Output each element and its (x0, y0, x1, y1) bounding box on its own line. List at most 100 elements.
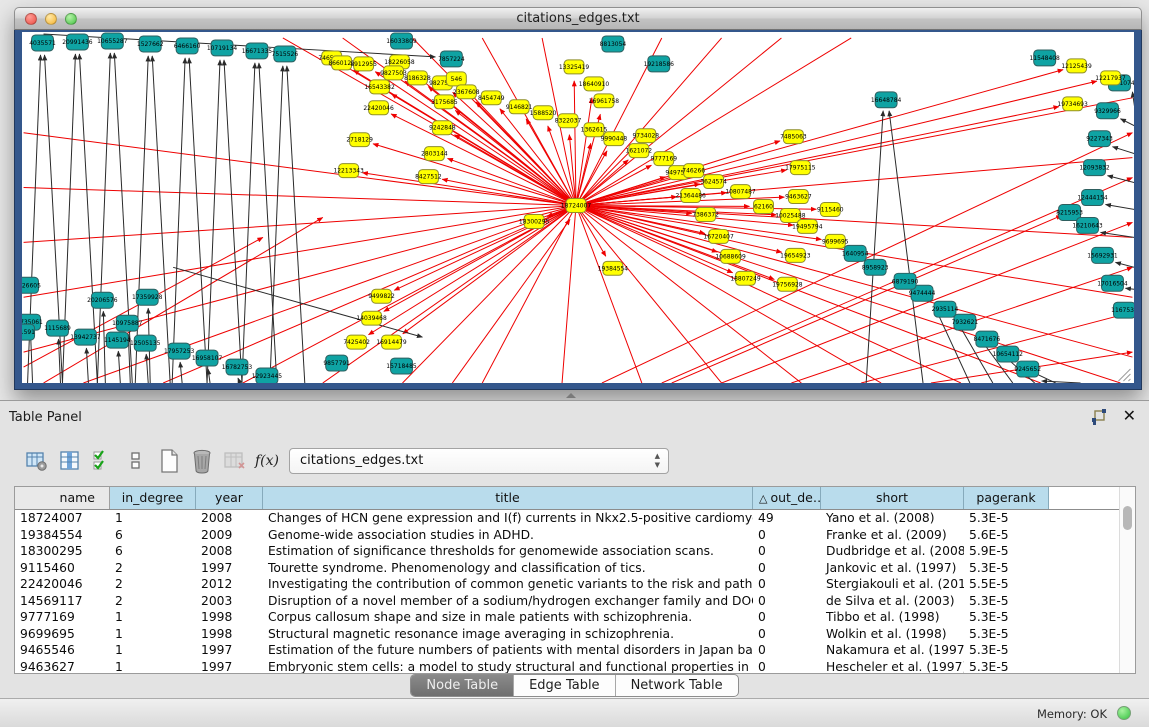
edge[interactable] (24, 206, 576, 243)
table-cell[interactable]: 14569117 (15, 593, 110, 610)
table-cell[interactable]: 0 (753, 609, 821, 626)
network-canvas[interactable]: 4035571209914361065528715276626466160107… (22, 32, 1134, 383)
table-cell[interactable]: 18300295 (15, 543, 110, 560)
table-cell[interactable]: 5.3E-5 (964, 626, 1049, 643)
table-cell[interactable]: 1 (110, 510, 196, 527)
float-panel-icon[interactable] (1091, 409, 1107, 425)
window-titlebar[interactable]: citations_edges.txt (14, 7, 1142, 30)
table-cell[interactable]: 2008 (196, 543, 263, 560)
table-cell[interactable]: 1997 (196, 659, 263, 675)
table-cell[interactable]: 2009 (196, 527, 263, 544)
table-row[interactable]: 946362711997Embryonic stem cells: a mode… (15, 659, 1135, 675)
edge[interactable] (448, 158, 576, 205)
table-cell[interactable]: 1998 (196, 609, 263, 626)
table-cell[interactable]: 9115460 (15, 560, 110, 577)
table-cell[interactable]: Franke et al. (2009) (821, 527, 964, 544)
zoom-window-button[interactable] (65, 13, 77, 25)
table-cell[interactable]: 5.6E-5 (964, 527, 1049, 544)
table-cell[interactable]: 1 (110, 642, 196, 659)
table-cell[interactable]: 1 (110, 626, 196, 643)
new-table-settings-button[interactable] (24, 448, 50, 474)
table-cell[interactable]: 5.3E-5 (964, 510, 1049, 527)
edge[interactable] (1112, 147, 1134, 154)
table-cell[interactable]: Investigating the contribution of common… (263, 576, 753, 593)
edge[interactable] (1105, 205, 1134, 210)
table-cell[interactable]: 9699695 (15, 626, 110, 643)
edge[interactable] (562, 206, 576, 383)
table-cell[interactable]: 5.3E-5 (964, 609, 1049, 626)
table-cell[interactable]: 0 (753, 642, 821, 659)
edge[interactable] (152, 56, 170, 383)
table-cell[interactable]: Disruption of a novel member of a sodium… (263, 593, 753, 610)
edge[interactable] (1120, 119, 1134, 126)
edge[interactable] (454, 135, 576, 206)
edge[interactable] (86, 348, 88, 383)
edge[interactable] (24, 188, 576, 206)
edge[interactable] (1042, 381, 1081, 383)
table-cell[interactable]: 0 (753, 560, 821, 577)
table-cell[interactable]: Wolkin et al. (1998) (821, 626, 964, 643)
table-cell[interactable]: Structural magnetic resonance image aver… (263, 626, 753, 643)
table-row[interactable]: 1456911722003Disruption of a novel membe… (15, 593, 1135, 610)
table-cell[interactable]: Changes of HCN gene expression and I(f) … (263, 510, 753, 527)
column-header-name[interactable]: name (15, 487, 110, 509)
table-cell[interactable]: 0 (753, 543, 821, 560)
table-cell[interactable]: Nakamura et al. (1997) (821, 642, 964, 659)
edge[interactable] (576, 206, 606, 257)
table-row[interactable]: 969969511998Structural magnetic resonanc… (15, 626, 1135, 643)
table-cell[interactable]: Tibbo et al. (1998) (821, 609, 964, 626)
edge[interactable] (403, 206, 577, 383)
edge[interactable] (180, 362, 182, 383)
table-cell[interactable]: 5.3E-5 (964, 642, 1049, 659)
table-row[interactable]: 2242004622012Investigating the contribut… (15, 576, 1135, 593)
table-cell[interactable]: Tourette syndrome. Phenomenology and cla… (263, 560, 753, 577)
table-cell[interactable]: 1997 (196, 560, 263, 577)
minimize-window-button[interactable] (45, 13, 57, 25)
memory-ok-indicator-icon[interactable] (1117, 706, 1131, 720)
tab-node-table[interactable]: Node Table (411, 675, 513, 696)
edge[interactable] (31, 333, 33, 383)
citation-network-graph[interactable]: 4035571209914361065528715276626466160107… (22, 32, 1134, 383)
table-cell[interactable]: 6 (110, 527, 196, 544)
edge[interactable] (889, 111, 923, 383)
table-cell[interactable]: 2 (110, 560, 196, 577)
table-cell[interactable]: 1997 (196, 642, 263, 659)
tab-edge-table[interactable]: Edge Table (513, 675, 614, 696)
table-cell[interactable]: de Silva et al. (2003) (821, 593, 964, 610)
table-cell[interactable]: 19384554 (15, 527, 110, 544)
select-all-rows-button[interactable] (90, 448, 116, 474)
table-cell[interactable]: 22420046 (15, 576, 110, 593)
edge[interactable] (135, 56, 148, 383)
edge[interactable] (146, 354, 148, 383)
table-vertical-scrollbar[interactable] (1119, 487, 1135, 673)
table-row[interactable]: 946554611997Estimation of the future num… (15, 642, 1135, 659)
table-cell[interactable]: Hescheler et al. (1997) (821, 659, 964, 675)
edge[interactable] (270, 66, 283, 383)
edge[interactable] (323, 206, 576, 383)
edge[interactable] (403, 206, 576, 334)
table-cell[interactable]: Estimation of the future numbers of pati… (263, 642, 753, 659)
table-cell[interactable]: 5.9E-5 (964, 543, 1049, 560)
edge[interactable] (576, 38, 781, 206)
table-cell[interactable]: 0 (753, 626, 821, 643)
table-row[interactable]: 911546021997Tourette syndrome. Phenomeno… (15, 560, 1135, 577)
edge[interactable] (866, 111, 883, 383)
table-cell[interactable]: 18724007 (15, 510, 110, 527)
table-row[interactable]: 1830029562008Estimation of significance … (15, 543, 1135, 560)
edge[interactable] (482, 206, 576, 383)
table-cell[interactable]: 0 (753, 576, 821, 593)
table-cell[interactable]: 2012 (196, 576, 263, 593)
table-cell[interactable]: 1998 (196, 626, 263, 643)
edge[interactable] (118, 351, 120, 383)
edge[interactable] (172, 58, 185, 383)
column-header-year[interactable]: year (196, 487, 263, 509)
table-cell[interactable]: 2003 (196, 593, 263, 610)
row-height-button[interactable] (123, 448, 149, 474)
edge[interactable] (576, 206, 642, 383)
column-header-in-degree[interactable]: in_degree (110, 487, 196, 509)
show-column-button[interactable] (57, 448, 83, 474)
table-cell[interactable]: Genome-wide association studies in ADHD. (263, 527, 753, 544)
column-header-short[interactable]: short (821, 487, 964, 509)
table-cell[interactable]: Estimation of significance thresholds fo… (263, 543, 753, 560)
table-cell[interactable]: 9465546 (15, 642, 110, 659)
